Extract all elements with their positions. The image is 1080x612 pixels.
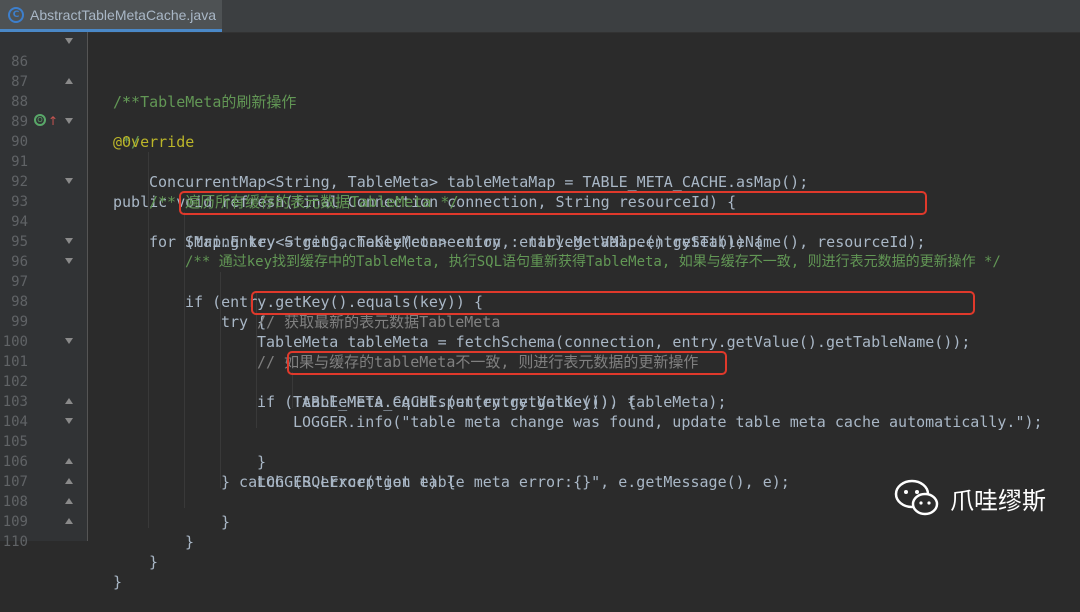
fold-icon[interactable] bbox=[64, 397, 74, 407]
fold-icon[interactable] bbox=[64, 117, 74, 127]
code-line: 106 LOGGER.error("get table meta error:{… bbox=[0, 432, 1080, 491]
watermark-label: 爪哇缪斯 bbox=[950, 486, 1046, 515]
fold-icon[interactable] bbox=[64, 177, 74, 187]
fold-icon[interactable] bbox=[64, 417, 74, 427]
code-line: 100 // 如果与缓存的tableMeta不一致, 则进行表元数据的更新操作 bbox=[0, 312, 1080, 371]
fold-icon[interactable] bbox=[64, 37, 74, 47]
fold-icon[interactable] bbox=[64, 257, 74, 267]
implementation-icon[interactable]: O bbox=[34, 114, 46, 126]
highlight-box-cache-key bbox=[179, 191, 927, 215]
code-line: 97 try { bbox=[0, 252, 1080, 331]
line-number: 110 bbox=[2, 534, 28, 550]
tab-abstract-table-meta-cache[interactable]: C AbstractTableMetaCache.java bbox=[0, 0, 222, 32]
code-line: 101 if (!tableMeta.equals(entry.getValue… bbox=[0, 332, 1080, 411]
code-line: 90 O ↑ public void refresh(final Connect… bbox=[0, 112, 1080, 211]
fold-icon[interactable] bbox=[64, 477, 74, 487]
code-line: 95 /** 通过key找到缓存中的TableMeta, 执行SQL语句重新获得… bbox=[0, 212, 1080, 270]
code-line: 96 if (entry.getKey().equals(key)) { bbox=[0, 232, 1080, 311]
override-gutter-icons[interactable]: O ↑ bbox=[34, 114, 58, 128]
override-arrow-icon[interactable]: ↑ bbox=[48, 114, 58, 128]
code-line: 86 /** bbox=[0, 32, 1080, 111]
code-text: } bbox=[149, 553, 159, 571]
code-line: 87 * TableMeta的刷新操作 bbox=[0, 52, 1080, 111]
code-line: 98 // 获取最新的表元数据TableMeta bbox=[0, 272, 1080, 331]
highlight-box-fetch-schema bbox=[251, 291, 975, 315]
fold-icon[interactable] bbox=[64, 237, 74, 247]
code-line: 92 /** 遍历所有缓存的表元数据TableMeta */ bbox=[0, 152, 1080, 211]
fold-icon[interactable] bbox=[64, 457, 74, 467]
highlight-box-cache-put bbox=[287, 351, 727, 375]
code-line: 88 */ bbox=[0, 72, 1080, 151]
fold-icon[interactable] bbox=[64, 337, 74, 347]
tab-label: AbstractTableMetaCache.java bbox=[30, 6, 216, 23]
wechat-icon bbox=[894, 479, 939, 516]
code-line: 89 @Override bbox=[0, 92, 1080, 151]
fold-icon[interactable] bbox=[64, 497, 74, 507]
watermark: 爪哇缪斯 bbox=[894, 478, 1046, 518]
code-editor[interactable]: 86 /** 87 * TableMeta的刷新操作 88 */ 89 @Ove… bbox=[0, 32, 1080, 591]
fold-icon[interactable] bbox=[64, 77, 74, 87]
code-text: } bbox=[185, 533, 195, 551]
code-line: 107 } bbox=[0, 452, 1080, 531]
code-line: 104 } bbox=[0, 392, 1080, 471]
java-class-icon: C bbox=[8, 6, 24, 23]
code-line: 103 LOGGER.info("table meta change was f… bbox=[0, 372, 1080, 431]
fold-icon[interactable] bbox=[64, 517, 74, 527]
code-text: } bbox=[113, 573, 123, 591]
code-line: 105 } catch (SQLException e) { bbox=[0, 412, 1080, 491]
code-line: 91 ConcurrentMap<String, TableMeta> tabl… bbox=[0, 132, 1080, 191]
code-line: 93 for (Map.Entry<String, TableMeta> ent… bbox=[0, 172, 1080, 251]
editor-tab-bar: C AbstractTableMetaCache.java bbox=[0, 0, 1080, 33]
